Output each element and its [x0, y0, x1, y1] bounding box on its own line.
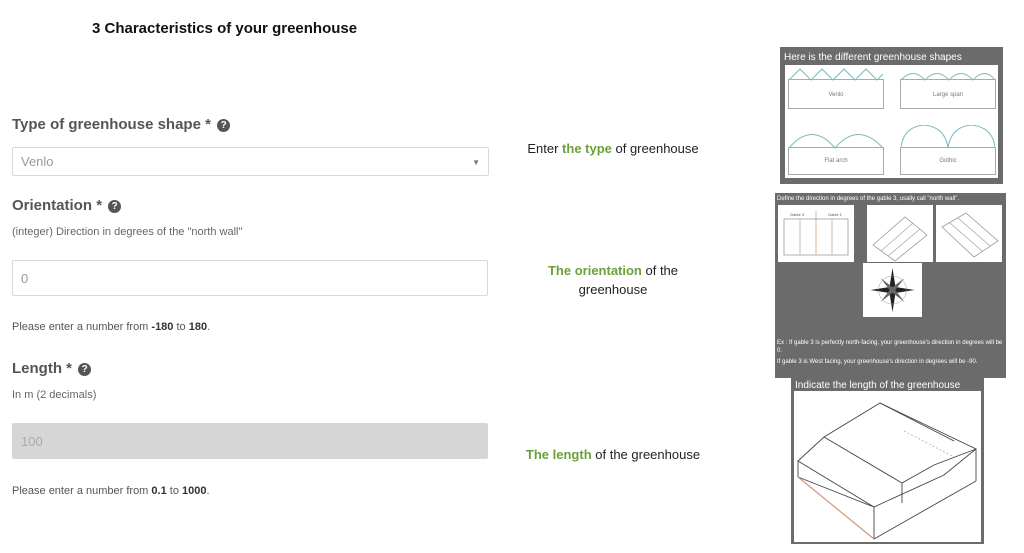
orientation-example-2: If gable 3 is West facing, your greenhou…	[777, 359, 978, 365]
orientation-example-1: Ex : If gable 3 is perfectly north-facin…	[777, 340, 1003, 354]
question-circle-icon[interactable]: ?	[78, 363, 92, 376]
desc-highlight: The length	[525, 447, 592, 462]
gable-diagram-rotated-2	[936, 205, 1002, 262]
gable-diagram-rotated-1	[867, 205, 933, 262]
hint-min: 0.1	[151, 485, 167, 497]
shape-label: Flat arch	[824, 158, 848, 164]
length-placeholder: 100	[21, 433, 43, 449]
orientation-sublabel: (integer) Direction in degrees of the "n…	[12, 226, 243, 238]
hint-text: Please enter a number from	[12, 485, 152, 497]
required-mark: *	[66, 360, 73, 377]
length-panel-title: Indicate the length of the greenhouse	[795, 380, 961, 391]
page-title: 3 Characteristics of your greenhouse	[92, 20, 358, 37]
orientation-hint: Please enter a number from -180 to 180.	[12, 321, 210, 333]
desc-highlight: The orientation	[547, 263, 642, 278]
length-sublabel: In m (2 decimals)	[12, 389, 97, 401]
gable-diagram-icon: Gable 3 Gable 1	[783, 211, 849, 256]
shape-field-label: Type of greenhouse shape * ?	[12, 116, 231, 133]
orientation-input[interactable]: 0	[12, 260, 488, 296]
orientation-description: The orientation of the greenhouse	[510, 261, 716, 299]
desc-text: Enter	[527, 141, 563, 156]
orientation-label-text: Orientation	[12, 197, 93, 214]
question-circle-icon[interactable]: ?	[217, 119, 231, 132]
desc-text: of the greenhouse	[591, 447, 701, 462]
shape-label: Venlo	[828, 92, 844, 98]
shapes-panel-title: Here is the different greenhouse shapes	[784, 52, 962, 63]
length-input[interactable]: 100	[12, 423, 488, 459]
desc-highlight: the type	[562, 141, 612, 156]
hint-text: Please enter a number from	[12, 321, 152, 333]
shape-flat-arch-illustration: Flat arch	[788, 134, 884, 175]
shape-select-value: Venlo	[21, 154, 54, 169]
required-mark: *	[96, 197, 103, 214]
shape-select[interactable]: Venlo ▼	[12, 147, 489, 176]
gothic-roof-icon	[901, 125, 995, 149]
gable-label: Gable 3	[790, 212, 805, 217]
shapes-card: Venlo Large span Flat arch Gothic	[785, 65, 998, 178]
length-description: The length of the greenhouse	[510, 447, 716, 462]
desc-text: of the	[641, 263, 679, 278]
greenhouse-3d-icon	[797, 402, 977, 540]
required-mark: *	[205, 116, 211, 133]
gable-label: Gable 1	[828, 212, 843, 217]
question-circle-icon[interactable]: ?	[108, 200, 122, 213]
length-label-text: Length	[12, 360, 62, 377]
desc-text: greenhouse	[578, 282, 648, 297]
venlo-roof-icon	[789, 68, 883, 81]
length-field-label: Length * ?	[12, 360, 92, 377]
desc-text: of greenhouse	[611, 141, 699, 156]
gable-diagram-flat: Gable 3 Gable 1	[778, 205, 854, 262]
shape-label: Gothic	[939, 158, 957, 164]
length-illustration-card	[794, 391, 981, 542]
shape-label-text: Type of greenhouse shape	[12, 116, 201, 133]
hint-text: .	[207, 321, 211, 333]
large-span-roof-icon	[901, 73, 995, 81]
hint-text: to	[166, 485, 182, 497]
rotated-greenhouse-icon	[941, 212, 999, 258]
hint-max: 1000	[182, 485, 207, 497]
shape-description: Enter the type of greenhouse	[510, 141, 716, 156]
orientation-panel: Define the direction in degrees of the g…	[775, 193, 1006, 378]
shape-gothic-illustration: Gothic	[900, 125, 996, 175]
flat-arch-roof-icon	[789, 134, 883, 149]
length-panel: Indicate the length of the greenhouse	[791, 378, 984, 544]
orientation-field-label: Orientation * ?	[12, 197, 122, 214]
orientation-panel-title: Define the direction in degrees of the g…	[777, 196, 960, 202]
hint-min: -180	[151, 321, 174, 333]
rotated-greenhouse-icon	[872, 216, 928, 262]
chevron-down-icon: ▼	[472, 158, 480, 167]
orientation-placeholder: 0	[21, 270, 29, 286]
hint-text: to	[173, 321, 189, 333]
compass-rose-icon	[870, 268, 915, 312]
hint-text: .	[206, 485, 210, 497]
shape-venlo-illustration: Venlo	[788, 68, 884, 109]
greenhouse-shapes-panel: Here is the different greenhouse shapes …	[780, 47, 1003, 184]
shape-label: Large span	[932, 92, 964, 98]
compass-rose	[863, 263, 922, 317]
hint-max: 180	[188, 321, 208, 333]
length-hint: Please enter a number from 0.1 to 1000.	[12, 485, 210, 497]
shape-large-span-illustration: Large span	[900, 73, 996, 109]
